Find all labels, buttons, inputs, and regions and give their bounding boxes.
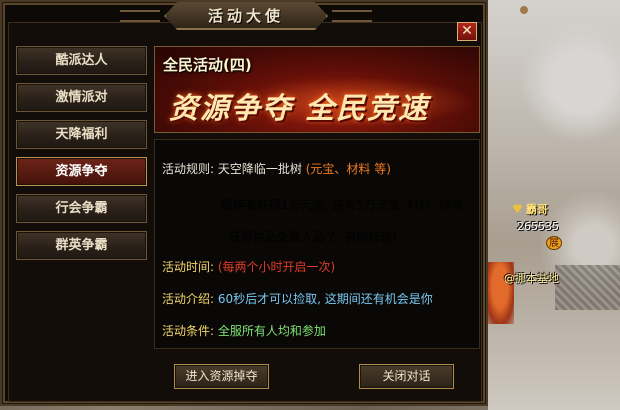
heart-icon: ♥: [512, 202, 523, 216]
condition-value: 全服所有人均和参加: [217, 324, 326, 338]
sidebar-item-passion-party[interactable]: 激情派对: [16, 83, 147, 112]
sidebar-item-cool-master[interactable]: 酷派达人: [16, 46, 147, 75]
condition-row: 活动条件: 全服所有人均和参加: [162, 322, 326, 339]
player-badge: 展: [546, 236, 562, 250]
rule-line1-highlight: (元宝、材料 等): [305, 162, 391, 176]
banner-headline: 资源争夺 全民竞速: [169, 91, 430, 125]
enter-resource-button[interactable]: 进入资源掉夺: [174, 364, 269, 389]
sidebar-item-guild-war[interactable]: 行会争霸: [16, 194, 147, 223]
title-ornament-right: [332, 10, 372, 22]
time-label: 活动时间:: [162, 260, 215, 274]
rule-line2: 砸碎者获得1万元宝, 还有5万元宝, 材料, 掉落: [221, 198, 464, 212]
event-details: 活动规则: 天空降临一批树 (元宝、材料 等) 砸碎者获得1万元宝, 还有5万元…: [154, 139, 480, 349]
intro-label: 活动介绍:: [162, 292, 215, 306]
intro-value: 60秒后才可以捡取, 这期间还有机会是你: [217, 292, 433, 306]
scene-rocks: [555, 265, 620, 310]
scene-marker: [520, 6, 528, 14]
event-ambassador-window: 活动大使 ✕ 酷派达人 激情派对 天降福利 资源争夺 行会争霸 群英争霸 全民活…: [0, 0, 488, 406]
player-level: 265535: [517, 220, 559, 233]
player-name[interactable]: @挪本基地: [504, 270, 559, 286]
player-title: 霸哥: [526, 203, 548, 216]
sidebar-item-welfare[interactable]: 天降福利: [16, 120, 147, 149]
rule-line3: , 获得物品全靠人品了, 祝你好运!: [221, 230, 398, 244]
condition-label: 活动条件:: [162, 324, 215, 338]
window-title: 活动大使: [207, 7, 284, 25]
game-scene-background: [488, 0, 620, 410]
rule-label: 活动规则:: [162, 162, 215, 176]
banner-subtitle: 全民活动(四): [163, 56, 252, 74]
rule-row: 活动规则: 天空降临一批树 (元宝、材料 等): [162, 160, 391, 177]
time-value: (每两个小时开启一次): [217, 260, 336, 274]
intro-row: 活动介绍: 60秒后才可以捡取, 这期间还有机会是你: [162, 290, 433, 307]
close-button[interactable]: ✕: [457, 22, 477, 41]
sidebar-item-heroes-war[interactable]: 群英争霸: [16, 231, 147, 260]
rule-line1-text: 天空降临一批树: [217, 162, 302, 176]
time-row: 活动时间: (每两个小时开启一次): [162, 258, 335, 275]
event-sidebar: 酷派达人 激情派对 天降福利 资源争夺 行会争霸 群英争霸: [16, 46, 147, 268]
title-ornament-left: [120, 10, 160, 22]
sidebar-item-resource-contest[interactable]: 资源争夺: [16, 157, 147, 186]
close-dialog-button[interactable]: 关闭对话: [359, 364, 454, 389]
event-banner: 全民活动(四) 资源争夺 全民竞速: [154, 46, 480, 133]
